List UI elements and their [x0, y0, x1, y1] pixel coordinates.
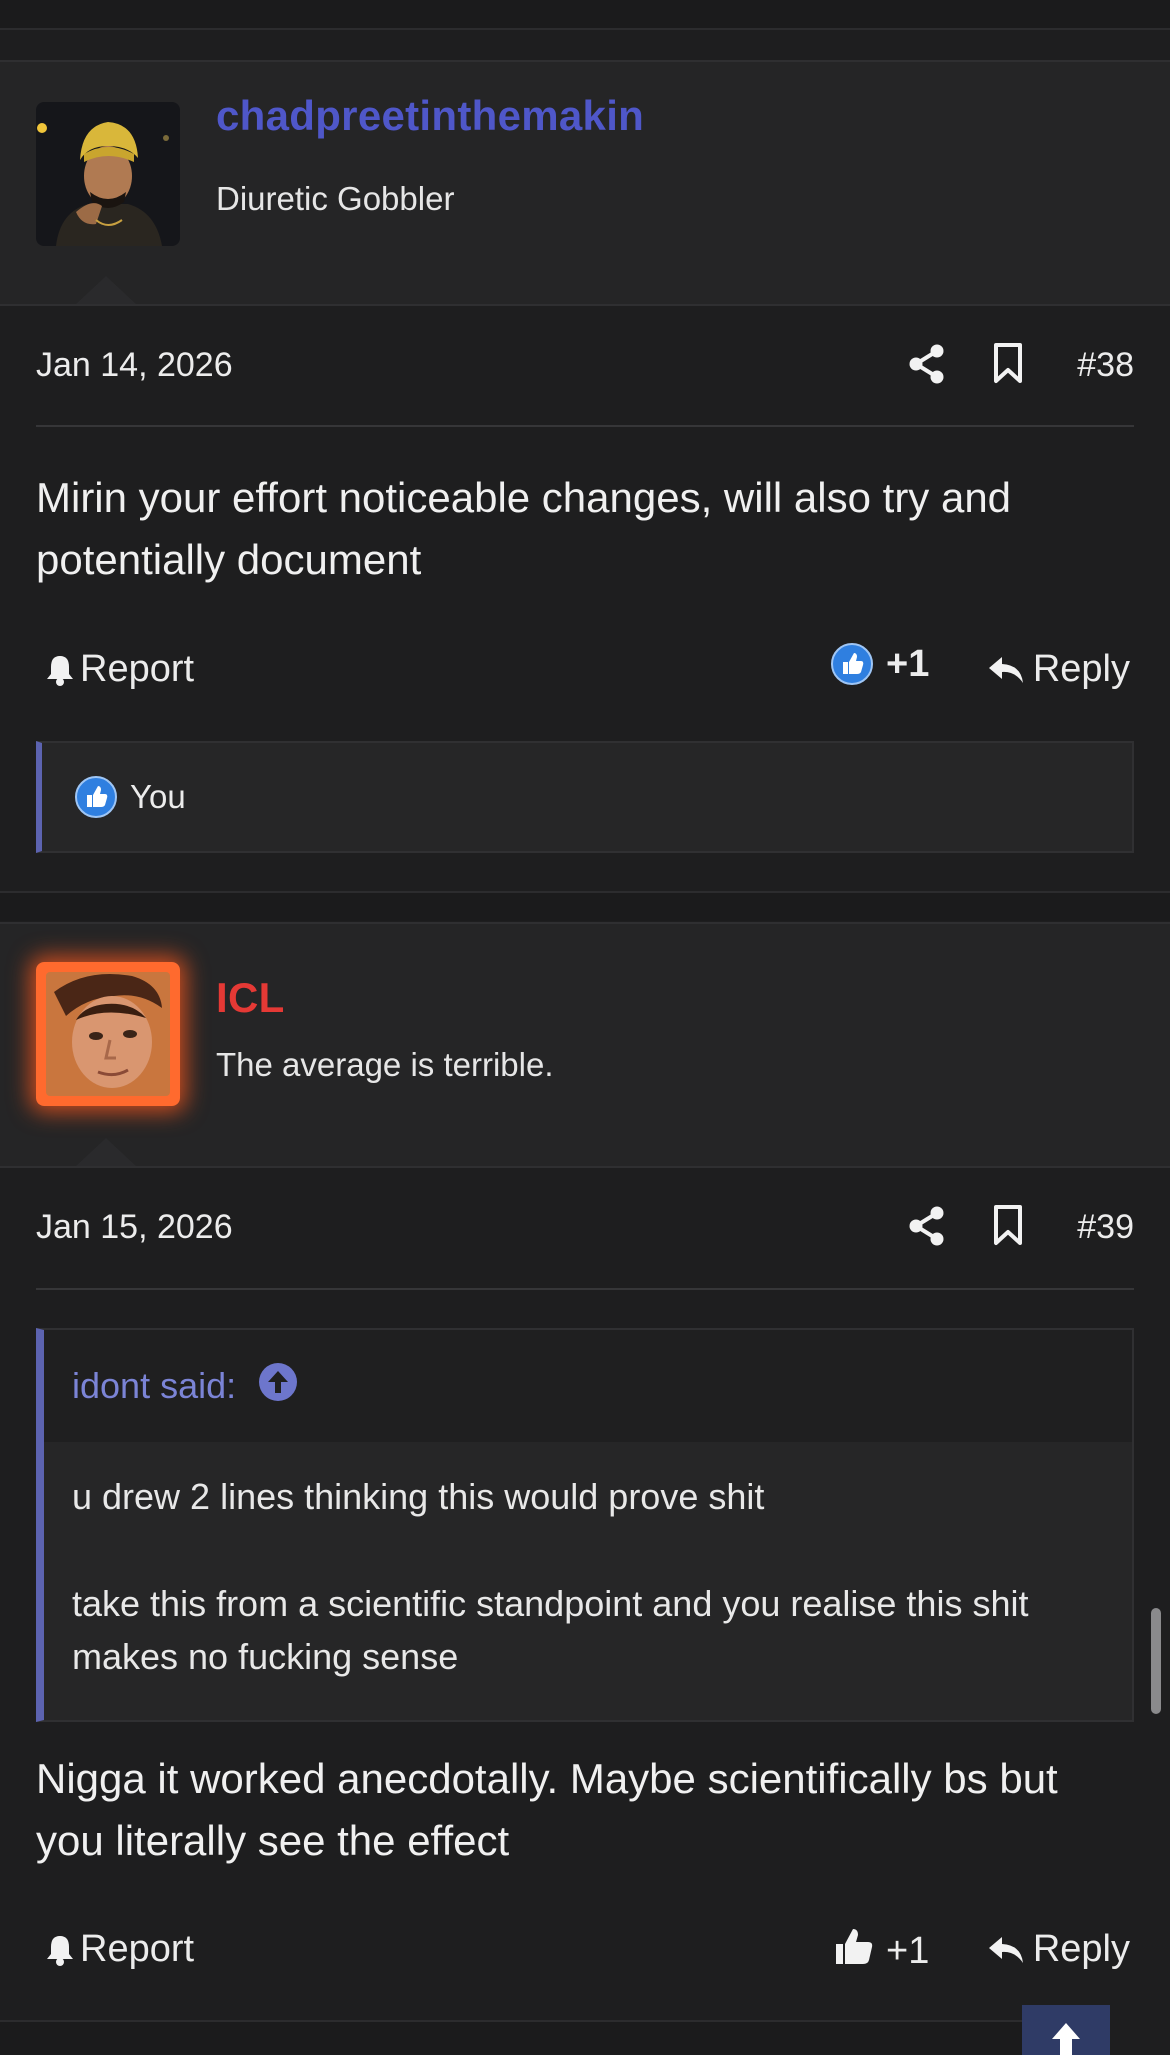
bookmark-icon[interactable]	[993, 1204, 1023, 1246]
post-pointer	[76, 1138, 136, 1166]
reply-arrow-icon	[988, 656, 1023, 683]
like-count: +1	[886, 1929, 930, 1972]
user-title: The average is terrible.	[216, 1046, 554, 1083]
post-number[interactable]: #39	[1077, 1208, 1134, 1247]
post-38-actions: Report +1 Reply	[36, 640, 1134, 700]
post-39-user-header: ICL The average is terrible.	[0, 922, 1170, 1168]
avatar-image	[36, 102, 180, 246]
post-38-user-header: chadpreetinthemakin Diuretic Gobbler	[0, 60, 1170, 306]
like-button[interactable]: +1	[834, 1926, 929, 1976]
post-39-meta: Jan 15, 2026 #39	[36, 1198, 1134, 1258]
arrow-up-circle-icon[interactable]	[258, 1362, 298, 1411]
post-separator	[0, 891, 1170, 921]
avatar-image	[36, 962, 180, 1106]
thumbs-up-icon	[74, 775, 118, 819]
reply-button[interactable]: Reply	[987, 1928, 1130, 1971]
post-39-actions: Report +1 Reply	[36, 1920, 1134, 1980]
previous-post-edge	[0, 0, 1170, 30]
post-body: Nigga it worked anecdotally. Maybe scien…	[36, 1755, 1058, 1864]
username[interactable]: ICL	[216, 974, 285, 1022]
user-title: Diuretic Gobbler	[216, 180, 455, 217]
thumbs-up-icon	[834, 1926, 874, 1976]
report-button[interactable]: Report	[44, 648, 194, 691]
quote-line: u drew 2 lines thinking this would prove…	[72, 1476, 765, 1517]
share-icon[interactable]	[908, 1206, 946, 1246]
reply-arrow-icon	[988, 1936, 1023, 1963]
reply-label: Reply	[1032, 648, 1130, 690]
quote-block: idont said: u drew 2 lines thinking this…	[36, 1328, 1134, 1722]
avatar[interactable]	[36, 962, 180, 1106]
share-icon[interactable]	[908, 344, 946, 384]
divider	[36, 425, 1134, 427]
scrollbar[interactable]	[1151, 1608, 1161, 1714]
scroll-to-top-button[interactable]	[1022, 2005, 1110, 2055]
like-button[interactable]: +1	[830, 642, 929, 686]
post-body: Mirin your effort noticeable changes, wi…	[36, 474, 1012, 583]
post-pointer	[76, 276, 136, 304]
post-38-meta: Jan 14, 2026 #38	[36, 336, 1134, 396]
report-label: Report	[80, 1928, 195, 1970]
reaction-users[interactable]: You	[130, 778, 186, 816]
avatar[interactable]	[36, 102, 180, 246]
thumbs-up-icon	[830, 642, 874, 686]
bell-icon	[47, 1935, 73, 1966]
quote-content: u drew 2 lines thinking this would prove…	[44, 1442, 1132, 1707]
divider	[36, 1288, 1134, 1290]
post-number[interactable]: #38	[1077, 346, 1134, 385]
bell-icon	[47, 655, 73, 686]
like-count: +1	[886, 642, 930, 685]
reactions-bar[interactable]: You	[36, 741, 1134, 853]
post-date[interactable]: Jan 14, 2026	[36, 346, 233, 385]
quote-header: idont said:	[44, 1330, 1132, 1442]
username[interactable]: chadpreetinthemakin	[216, 92, 644, 140]
arrow-up-icon	[1052, 2023, 1080, 2055]
reply-label: Reply	[1032, 1928, 1130, 1970]
thread-page: chadpreetinthemakin Diuretic Gobbler Jan…	[0, 0, 1170, 2055]
report-label: Report	[80, 648, 195, 690]
next-post-edge	[0, 2020, 1022, 2055]
report-button[interactable]: Report	[44, 1928, 194, 1971]
reply-button[interactable]: Reply	[987, 648, 1130, 691]
quote-line: take this from a scientific standpoint a…	[72, 1583, 1029, 1677]
post-date[interactable]: Jan 15, 2026	[36, 1208, 233, 1247]
quote-author[interactable]: idont said:	[72, 1365, 236, 1407]
bookmark-icon[interactable]	[993, 342, 1023, 384]
